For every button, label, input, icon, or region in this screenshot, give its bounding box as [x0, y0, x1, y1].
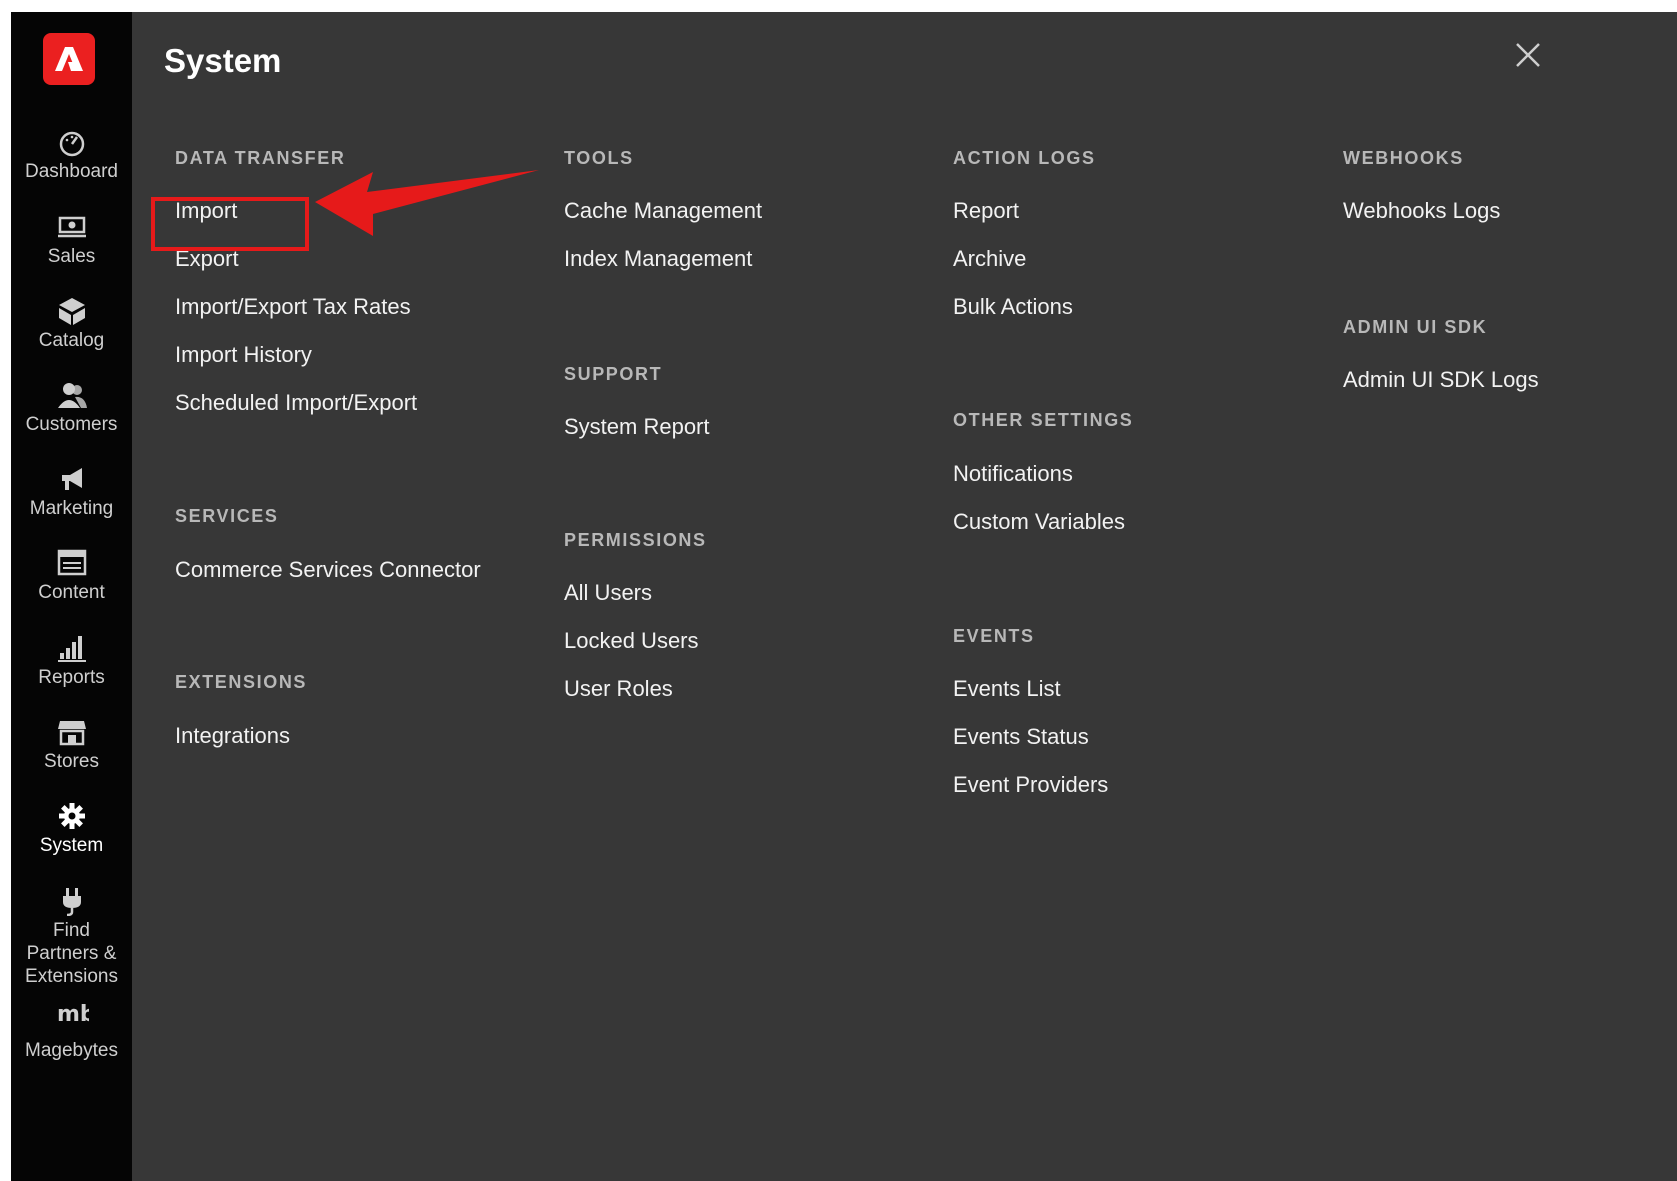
section-title-support: SUPPORT: [564, 364, 663, 384]
close-button[interactable]: [1511, 38, 1545, 72]
menu-link-archive[interactable]: Archive: [953, 246, 1026, 272]
sidebar-item-magebytes[interactable]: mb Magebytes: [11, 997, 132, 1062]
content-icon: [55, 548, 89, 578]
menu-link-bulk-actions[interactable]: Bulk Actions: [953, 294, 1073, 320]
menu-link-all-users[interactable]: All Users: [564, 580, 652, 606]
sidebar-item-label: Catalog: [38, 330, 105, 351]
menu-link-commerce-services-connector[interactable]: Commerce Services Connector: [175, 557, 481, 583]
plug-icon: [55, 886, 89, 917]
sidebar-item-find-partners[interactable]: Find Partners & Extensions: [11, 886, 132, 988]
menu-link-scheduled-import-export[interactable]: Scheduled Import/Export: [175, 390, 417, 416]
sidebar-item-stores[interactable]: Stores: [11, 717, 132, 773]
menu-link-admin-ui-sdk-logs[interactable]: Admin UI SDK Logs: [1343, 367, 1539, 393]
section-title-action-logs: ACTION LOGS: [953, 148, 1096, 168]
dashboard-icon: [55, 127, 89, 157]
menu-link-cache-management[interactable]: Cache Management: [564, 198, 762, 224]
annotation-arrow-icon: [315, 170, 539, 236]
menu-link-event-providers[interactable]: Event Providers: [953, 772, 1108, 798]
close-icon: [1516, 43, 1540, 67]
admin-frame: Dashboard Sales Catalog Customers Market: [11, 12, 1677, 1181]
menu-link-events-status[interactable]: Events Status: [953, 724, 1089, 750]
section-title-webhooks: WEBHOOKS: [1343, 148, 1464, 168]
sidebar-item-label: Find Partners & Extensions: [25, 920, 118, 987]
sidebar-item-customers[interactable]: Customers: [11, 380, 132, 436]
customers-icon: [55, 380, 89, 410]
sidebar-item-label: Reports: [38, 667, 105, 688]
import-highlight-box: [151, 197, 309, 251]
sales-icon: [55, 212, 89, 242]
sidebar-item-label: Customers: [25, 414, 118, 435]
reports-icon: [55, 633, 89, 663]
magebytes-icon: mb: [55, 997, 96, 1027]
sidebar-item-marketing[interactable]: Marketing: [11, 464, 132, 520]
menu-link-locked-users[interactable]: Locked Users: [564, 628, 699, 654]
sidebar-item-label: Stores: [44, 751, 99, 772]
svg-text:mb: mb: [57, 1002, 89, 1027]
sidebar-item-label: System: [39, 835, 104, 856]
sidebar-item-label: Magebytes: [25, 1040, 118, 1061]
section-title-tools: TOOLS: [564, 148, 634, 168]
sidebar-item-label: Marketing: [29, 498, 114, 519]
menu-link-webhooks-logs[interactable]: Webhooks Logs: [1343, 198, 1500, 224]
stores-icon: [55, 717, 89, 747]
menu-link-integrations[interactable]: Integrations: [175, 723, 290, 749]
page-title: System: [164, 42, 282, 79]
section-title-events: EVENTS: [953, 626, 1035, 646]
menu-link-system-report[interactable]: System Report: [564, 414, 710, 440]
sidebar-item-label: Content: [38, 582, 105, 603]
sidebar-item-system[interactable]: System: [11, 801, 132, 857]
section-title-data-transfer: DATA TRANSFER: [175, 148, 346, 168]
menu-link-user-roles[interactable]: User Roles: [564, 676, 673, 702]
sidebar-item-sales[interactable]: Sales: [11, 212, 132, 268]
menu-link-notifications[interactable]: Notifications: [953, 461, 1073, 487]
sidebar-item-label: Sales: [47, 246, 96, 267]
sidebar-item-label: Dashboard: [25, 161, 118, 182]
section-title-other-settings: OTHER SETTINGS: [953, 410, 1134, 430]
menu-link-import-history[interactable]: Import History: [175, 342, 312, 368]
gear-icon: [55, 801, 89, 831]
sidebar-item-catalog[interactable]: Catalog: [11, 296, 132, 352]
section-title-admin-ui-sdk: ADMIN UI SDK: [1343, 317, 1488, 337]
adobe-logo-icon[interactable]: [43, 33, 95, 85]
catalog-icon: [55, 296, 89, 326]
menu-link-events-list[interactable]: Events List: [953, 676, 1061, 702]
admin-sidebar: Dashboard Sales Catalog Customers Market: [11, 12, 132, 1181]
menu-link-custom-variables[interactable]: Custom Variables: [953, 509, 1125, 535]
marketing-icon: [55, 464, 89, 494]
menu-link-report[interactable]: Report: [953, 198, 1019, 224]
section-title-services: SERVICES: [175, 506, 279, 526]
menu-link-import-export-tax-rates[interactable]: Import/Export Tax Rates: [175, 294, 411, 320]
menu-link-index-management[interactable]: Index Management: [564, 246, 752, 272]
sidebar-item-content[interactable]: Content: [11, 548, 132, 604]
section-title-extensions: EXTENSIONS: [175, 672, 308, 692]
sidebar-item-reports[interactable]: Reports: [11, 633, 132, 689]
sidebar-item-dashboard[interactable]: Dashboard: [11, 127, 132, 183]
section-title-permissions: PERMISSIONS: [564, 530, 707, 550]
